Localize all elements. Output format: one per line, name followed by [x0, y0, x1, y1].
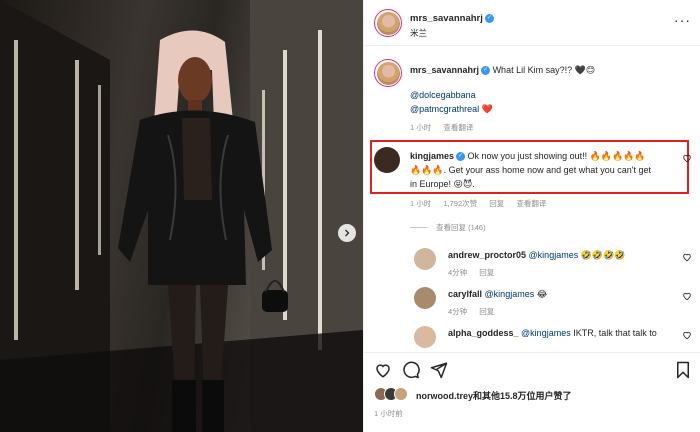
like-comment-heart-icon[interactable] — [682, 153, 692, 163]
like-reply-heart-icon[interactable] — [682, 291, 692, 301]
reply-line-3: alpha_goddess_ @kingjames IKTR, talk tha… — [448, 328, 657, 338]
heart-icon[interactable] — [374, 361, 392, 379]
reply-time-2: 4分钟 — [448, 307, 468, 316]
comment-username[interactable]: kingjames — [410, 151, 454, 161]
post-details-panel: mrs_savannahrj ✓ 米兰 ··· mrs_savannahrj ✓ W… — [363, 0, 700, 432]
likes-summary[interactable]: norwood.trey和其他15.8万位用户赞了 — [416, 389, 572, 402]
verified-badge-icon: ✓ — [456, 152, 466, 162]
reply-avatar-2[interactable] — [414, 287, 436, 309]
comment-likes[interactable]: 1,792次赞 — [443, 199, 477, 208]
reply-mention-2[interactable]: @kingjames — [485, 289, 535, 299]
comment-icon[interactable] — [402, 361, 420, 379]
comment-text-2: 🔥🔥🔥. Get your ass home now and get what … — [410, 165, 651, 175]
chevron-right-icon — [345, 229, 350, 237]
post-header: mrs_savannahrj ✓ 米兰 ··· — [364, 0, 700, 46]
reply-mention-1[interactable]: @kingjames — [529, 250, 579, 260]
verified-badge-icon: ✓ — [484, 13, 494, 23]
caption-see-translation[interactable]: 查看翻译 — [443, 123, 473, 132]
reply-text-3: IKTR, talk that talk to — [573, 328, 657, 338]
verified-badge-icon: ✓ — [481, 66, 491, 76]
liker-avatars[interactable] — [374, 387, 410, 401]
reply-avatar-1[interactable] — [414, 248, 436, 270]
kingjames-avatar[interactable] — [374, 147, 400, 173]
caption-text: What Lil Kim say?!? 🖤😊 — [492, 65, 596, 75]
mention-dolcegabbana[interactable]: @dolcegabbana — [410, 90, 476, 100]
comment-see-translation[interactable]: 查看翻译 — [516, 199, 546, 208]
bookmark-icon[interactable] — [675, 361, 691, 379]
reply-line-1: andrew_proctor05 @kingjames 🤣🤣🤣🤣 — [448, 250, 626, 261]
reply-button-1[interactable]: 回复 — [479, 268, 494, 277]
liker-avatar — [394, 387, 408, 401]
reply-button-2[interactable]: 回复 — [479, 307, 494, 316]
comment-line-1: kingjames ✓ Ok now you just showing out!!… — [410, 151, 646, 162]
comment-reply[interactable]: 回复 — [489, 199, 504, 208]
reply-mention-3[interactable]: @kingjames — [521, 328, 571, 338]
author-avatar[interactable] — [374, 9, 402, 37]
reply-line-2: carylfall @kingjames 😂 — [448, 289, 547, 300]
post-location[interactable]: 米兰 — [410, 27, 427, 39]
like-reply-heart-icon[interactable] — [682, 330, 692, 340]
caption-username[interactable]: mrs_savannahrj — [410, 65, 479, 75]
more-options-icon[interactable]: ··· — [674, 12, 691, 28]
post-actions: norwood.trey和其他15.8万位用户赞了 1 小时前 — [364, 352, 700, 432]
post-timestamp: 1 小时前 — [374, 409, 403, 418]
view-replies[interactable]: 查看回复 (146) — [436, 222, 486, 233]
photo-scene — [0, 0, 363, 432]
reply-username-1[interactable]: andrew_proctor05 — [448, 250, 526, 260]
author-username[interactable]: mrs_savannahrj ✓ — [410, 13, 494, 24]
reply-text-1: 🤣🤣🤣🤣 — [580, 250, 626, 260]
next-photo-button[interactable] — [338, 224, 356, 242]
reply-username-3[interactable]: alpha_goddess_ — [448, 328, 519, 338]
share-icon[interactable] — [430, 361, 448, 379]
mention-patmcgrathreal[interactable]: @patmcgrathreal — [410, 104, 479, 114]
comment-time: 1 小时 — [410, 199, 432, 208]
caption-meta: 1 小时 查看翻译 — [410, 122, 483, 133]
reply-avatar-3[interactable] — [414, 326, 436, 348]
caption-mention-line: @patmcgrathreal ❤️ — [410, 104, 493, 115]
like-reply-heart-icon[interactable] — [682, 252, 692, 262]
reply-username-2[interactable]: carylfall — [448, 289, 482, 299]
comment-text-1: Ok now you just showing out!! 🔥🔥🔥🔥🔥 — [467, 151, 646, 161]
red-heart-emoji: ❤️ — [481, 104, 493, 114]
replies-divider — [410, 227, 428, 228]
comment-text-3: in Europe! 😝😈. — [410, 179, 475, 189]
caption-line: mrs_savannahrj ✓ What Lil Kim say?!? 🖤😊 — [410, 65, 595, 76]
caption-avatar[interactable] — [374, 59, 402, 87]
reply-time-1: 4分钟 — [448, 268, 468, 277]
comment-meta: 1 小时 1,792次赞 回复 查看翻译 — [410, 198, 556, 209]
post-photo[interactable] — [0, 0, 363, 432]
caption-time: 1 小时 — [410, 123, 432, 132]
reply-meta-2: 4分钟 回复 — [448, 306, 504, 317]
reply-text-2: 😂 — [536, 289, 548, 299]
reply-meta-1: 4分钟 回复 — [448, 267, 504, 278]
